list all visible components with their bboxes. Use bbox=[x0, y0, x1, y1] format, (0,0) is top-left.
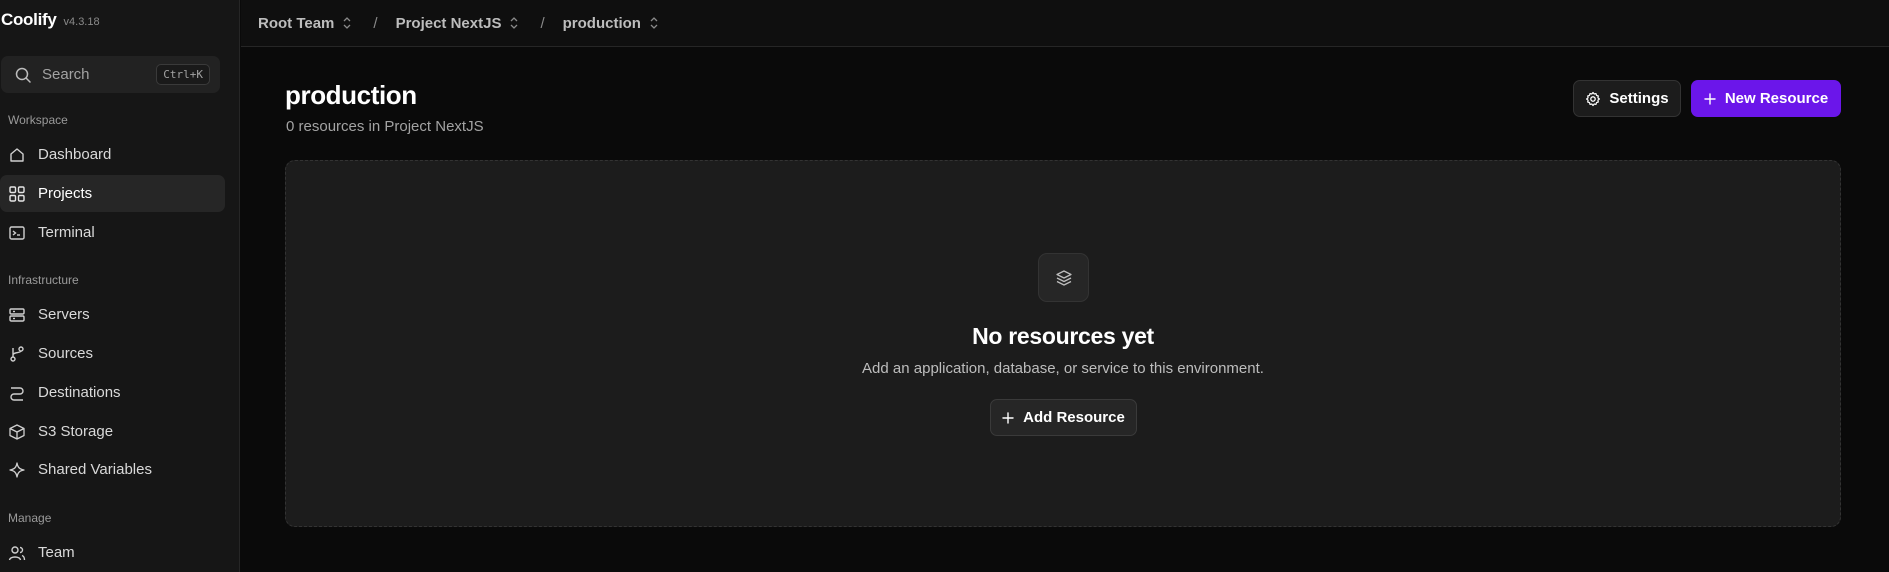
box-icon bbox=[8, 423, 26, 441]
breadcrumb-separator: / bbox=[540, 14, 545, 32]
sidebar-item-destinations[interactable]: Destinations bbox=[0, 374, 225, 411]
plus-icon bbox=[1704, 92, 1716, 105]
sidebar-item-label: Projects bbox=[38, 185, 93, 202]
empty-state-description: Add an application, database, or service… bbox=[862, 360, 1264, 377]
page-title: production bbox=[285, 80, 417, 110]
sidebar: Coolify v4.3.18 Search Ctrl+K Workspace … bbox=[0, 0, 240, 572]
sidebar-item-label: Sources bbox=[38, 345, 94, 362]
breadcrumb-team[interactable]: Root Team bbox=[258, 15, 353, 32]
terminal-icon bbox=[8, 224, 26, 242]
section-manage: Manage bbox=[8, 511, 52, 525]
gear-icon bbox=[1586, 91, 1601, 106]
breadcrumb-project[interactable]: Project NextJS bbox=[396, 15, 521, 32]
breadcrumb: Root Team / Project NextJS / production bbox=[241, 0, 1889, 47]
search-shortcut: Ctrl+K bbox=[156, 64, 210, 85]
settings-button-label: Settings bbox=[1609, 90, 1669, 107]
breadcrumb-separator: / bbox=[373, 14, 378, 32]
plus-icon bbox=[1002, 411, 1014, 424]
chevron-up-down-icon bbox=[511, 17, 518, 29]
section-infrastructure: Infrastructure bbox=[8, 273, 79, 287]
search-icon bbox=[15, 67, 31, 83]
grid-icon bbox=[8, 185, 26, 203]
chevron-up-down-icon bbox=[343, 17, 351, 29]
search-label: Search bbox=[42, 66, 90, 83]
sidebar-item-label: S3 Storage bbox=[38, 423, 114, 440]
sidebar-item-shared-variables[interactable]: Shared Variables bbox=[0, 451, 225, 488]
sidebar-item-dashboard[interactable]: Dashboard bbox=[0, 136, 225, 173]
breadcrumb-team-label: Root Team bbox=[258, 14, 335, 32]
sidebar-item-label: Terminal bbox=[38, 224, 95, 241]
chevron-up-down-icon bbox=[650, 17, 658, 29]
add-resource-button-label: Add Resource bbox=[1023, 409, 1125, 426]
home-icon bbox=[8, 146, 26, 164]
add-resource-button[interactable]: Add Resource bbox=[990, 399, 1137, 436]
sidebar-item-team[interactable]: Team bbox=[0, 534, 225, 571]
empty-state: No resources yet Add an application, dat… bbox=[285, 160, 1841, 527]
server-icon bbox=[8, 306, 26, 324]
git-branch-icon bbox=[8, 345, 26, 363]
sidebar-item-sources[interactable]: Sources bbox=[0, 335, 225, 372]
sidebar-item-s3-storage[interactable]: S3 Storage bbox=[0, 413, 225, 450]
sidebar-item-label: Dashboard bbox=[38, 146, 112, 163]
new-resource-button[interactable]: New Resource bbox=[1691, 80, 1841, 117]
users-icon bbox=[8, 544, 26, 562]
breadcrumb-environment[interactable]: production bbox=[563, 15, 660, 32]
route-icon bbox=[8, 384, 26, 402]
layers-icon bbox=[1038, 253, 1089, 302]
sidebar-item-label: Servers bbox=[38, 306, 90, 323]
breadcrumb-project-label: Project NextJS bbox=[395, 14, 502, 32]
page-subtitle: 0 resources in Project NextJS bbox=[286, 118, 484, 135]
brand[interactable]: Coolify v4.3.18 bbox=[1, 10, 100, 30]
section-workspace: Workspace bbox=[8, 113, 68, 127]
sidebar-item-label: Shared Variables bbox=[38, 461, 152, 478]
search-button[interactable]: Search Ctrl+K bbox=[1, 56, 220, 93]
breadcrumb-environment-label: production bbox=[562, 14, 641, 32]
empty-state-title: No resources yet bbox=[972, 323, 1154, 349]
sidebar-item-projects[interactable]: Projects bbox=[0, 175, 225, 212]
sidebar-item-label: Team bbox=[38, 544, 75, 561]
new-resource-button-label: New Resource bbox=[1724, 90, 1829, 107]
sidebar-item-label: Destinations bbox=[38, 384, 121, 401]
settings-button[interactable]: Settings bbox=[1573, 80, 1681, 117]
app-version: v4.3.18 bbox=[63, 16, 100, 28]
sparkle-icon bbox=[8, 461, 26, 479]
sidebar-item-servers[interactable]: Servers bbox=[0, 296, 225, 333]
app-name: Coolify bbox=[1, 10, 57, 29]
sidebar-item-terminal[interactable]: Terminal bbox=[0, 214, 225, 251]
